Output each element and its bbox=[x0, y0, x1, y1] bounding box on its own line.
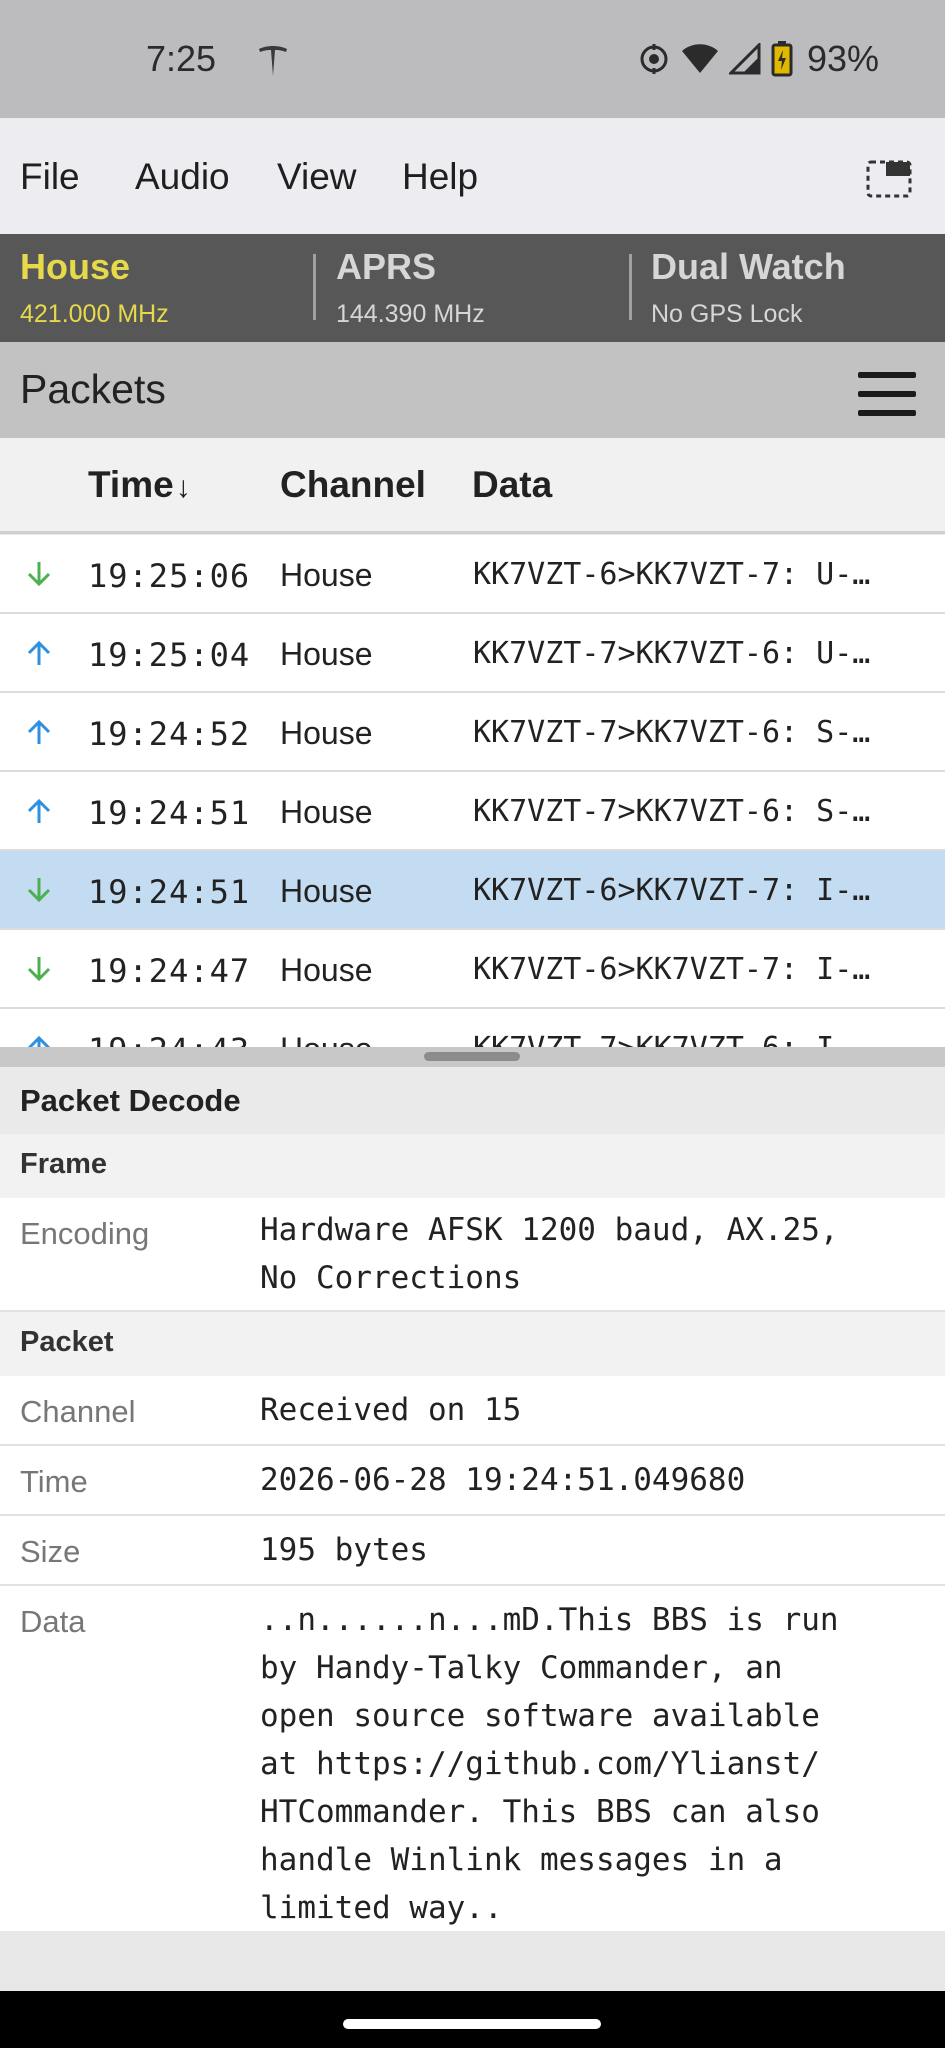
radio-frequency: 144.390 MHz bbox=[336, 300, 485, 328]
packet-channel: House bbox=[280, 873, 373, 909]
menu-view[interactable]: View bbox=[277, 156, 357, 198]
arrow-up-icon bbox=[27, 640, 51, 665]
packet-data: KK7VZT-7>KK7VZT-6: S-… bbox=[473, 794, 871, 829]
table-row[interactable]: 19:25:06 House KK7VZT-6>KK7VZT-7: U-… bbox=[0, 535, 945, 614]
packet-channel: House bbox=[280, 636, 373, 672]
pane-splitter[interactable] bbox=[0, 1047, 945, 1067]
field-value: ..n......n...mD.This BBS is run by Handy… bbox=[260, 1602, 839, 1926]
packet-data: KK7VZT-7>KK7VZT-6: U-… bbox=[473, 636, 871, 671]
arrow-up-icon bbox=[27, 1035, 51, 1047]
packet-time: 19:25:04 bbox=[88, 636, 251, 674]
sort-descending-icon: ↓ bbox=[175, 471, 191, 504]
packet-channel: House bbox=[280, 952, 373, 988]
column-header-data[interactable]: Data bbox=[472, 464, 552, 506]
table-row[interactable]: 19:24:52 House KK7VZT-7>KK7VZT-6: S-… bbox=[0, 693, 945, 772]
packet-data: KK7VZT-6>KK7VZT-7: U-… bbox=[473, 557, 871, 592]
menu-file[interactable]: File bbox=[20, 156, 80, 198]
radio-frequency: 421.000 MHz bbox=[20, 300, 169, 328]
battery-charging-icon bbox=[771, 41, 793, 77]
field-label: Size bbox=[20, 1534, 81, 1569]
packet-list[interactable]: 19:25:06 House KK7VZT-6>KK7VZT-7: U-… 19… bbox=[0, 535, 945, 1047]
status-bar: 7:25 93% bbox=[0, 0, 945, 118]
field-label: Encoding bbox=[20, 1216, 150, 1251]
status-time: 7:25 bbox=[146, 38, 217, 79]
splitter-grip-handle[interactable] bbox=[424, 1052, 520, 1061]
table-row[interactable]: 19:24:47 House KK7VZT-6>KK7VZT-7: I-… bbox=[0, 930, 945, 1009]
radio-name: APRS bbox=[336, 246, 437, 287]
tesla-icon bbox=[259, 46, 287, 76]
packet-channel: House bbox=[280, 1031, 373, 1047]
battery-percent: 93% bbox=[806, 38, 879, 79]
packet-time: 19:24:43 bbox=[88, 1031, 250, 1047]
cellular-signal-icon bbox=[728, 43, 761, 75]
packet-channel: House bbox=[280, 794, 373, 830]
arrow-up-icon bbox=[27, 719, 51, 744]
packet-data: KK7VZT-7>KK7VZT-6: S-… bbox=[473, 715, 871, 750]
wifi-icon bbox=[681, 44, 718, 73]
packet-time: 19:24:47 bbox=[88, 952, 251, 990]
field-value: Hardware AFSK 1200 baud, AX.25, No Corre… bbox=[260, 1212, 839, 1296]
menu-bar: File Audio View Help bbox=[0, 118, 945, 234]
hamburger-icon[interactable] bbox=[858, 372, 916, 416]
packet-data: KK7VZT-6>KK7VZT-7: I-… bbox=[473, 952, 871, 987]
menu-audio[interactable]: Audio bbox=[135, 156, 230, 198]
packet-decode-panel: Packet Decode Frame Encoding Hardware AF… bbox=[0, 1067, 945, 1931]
location-sync-icon bbox=[640, 44, 668, 74]
field-value: 2026-06-28 19:24:51.049680 bbox=[260, 1462, 746, 1498]
navigation-bar bbox=[0, 1991, 945, 2048]
section-packet: Packet bbox=[0, 1312, 945, 1376]
field-data: Data ..n......n...mD.This BBS is run by … bbox=[0, 1586, 945, 1931]
arrow-up-icon bbox=[27, 798, 51, 823]
table-row[interactable]: 19:24:51 House KK7VZT-7>KK7VZT-6: S-… bbox=[0, 772, 945, 851]
packet-time: 19:24:51 bbox=[88, 794, 251, 832]
menu-help[interactable]: Help bbox=[402, 156, 478, 198]
radio-channel-bar: House 421.000 MHz APRS 144.390 MHz Dual … bbox=[0, 234, 945, 342]
column-header-time[interactable]: Time↓ bbox=[88, 464, 191, 506]
packet-data: KK7VZT-7>KK7VZT-6: I-… bbox=[473, 1031, 929, 1047]
radio-slot-house[interactable]: House 421.000 MHz bbox=[0, 234, 314, 342]
packet-time: 19:24:52 bbox=[88, 715, 251, 753]
packet-channel: House bbox=[280, 715, 373, 751]
dock-window-icon[interactable] bbox=[866, 160, 912, 198]
field-value: 195 bytes bbox=[260, 1532, 428, 1568]
field-encoding: Encoding Hardware AFSK 1200 baud, AX.25,… bbox=[0, 1198, 945, 1312]
packet-channel: House bbox=[280, 557, 373, 593]
packet-time: 19:25:06 bbox=[88, 557, 251, 595]
column-header-channel[interactable]: Channel bbox=[280, 464, 426, 506]
section-label: Packet bbox=[20, 1326, 114, 1358]
packet-data: KK7VZT-6>KK7VZT-7: I-… bbox=[473, 873, 871, 908]
field-time: Time 2026-06-28 19:24:51.049680 bbox=[0, 1446, 945, 1516]
decode-title-bar: Packet Decode bbox=[0, 1067, 945, 1134]
arrow-down-icon bbox=[27, 957, 51, 982]
field-label: Data bbox=[20, 1604, 86, 1639]
decode-title: Packet Decode bbox=[20, 1083, 241, 1118]
arrow-down-icon bbox=[27, 562, 51, 587]
table-row-selected[interactable]: 19:24:51 House KK7VZT-6>KK7VZT-7: I-… bbox=[0, 851, 945, 930]
field-size: Size 195 bytes bbox=[0, 1516, 945, 1586]
radio-name: House bbox=[20, 246, 131, 287]
home-gesture-handle[interactable] bbox=[343, 2019, 601, 2029]
radio-name: Dual Watch bbox=[651, 246, 846, 287]
radio-gps-status: No GPS Lock bbox=[651, 300, 803, 328]
field-label: Channel bbox=[20, 1394, 136, 1429]
section-label: Frame bbox=[20, 1148, 108, 1180]
packets-title: Packets bbox=[20, 366, 166, 412]
field-label: Time bbox=[20, 1464, 88, 1499]
radio-slot-aprs[interactable]: APRS 144.390 MHz bbox=[316, 234, 630, 342]
arrow-down-icon bbox=[27, 878, 51, 903]
table-row[interactable]: 19:25:04 House KK7VZT-7>KK7VZT-6: U-… bbox=[0, 614, 945, 693]
section-frame: Frame bbox=[0, 1134, 945, 1198]
packet-table-header: Time↓ Channel Data bbox=[0, 438, 945, 534]
radio-slot-dual-watch[interactable]: Dual Watch No GPS Lock bbox=[632, 234, 945, 342]
packets-header: Packets bbox=[0, 342, 945, 438]
field-channel: Channel Received on 15 bbox=[0, 1376, 945, 1446]
packet-time: 19:24:51 bbox=[88, 873, 251, 911]
field-value: Received on 15 bbox=[260, 1392, 522, 1428]
table-row[interactable]: 19:24:43 House KK7VZT-7>KK7VZT-6: I-… bbox=[0, 1009, 945, 1047]
panel-footer bbox=[0, 1931, 945, 1991]
